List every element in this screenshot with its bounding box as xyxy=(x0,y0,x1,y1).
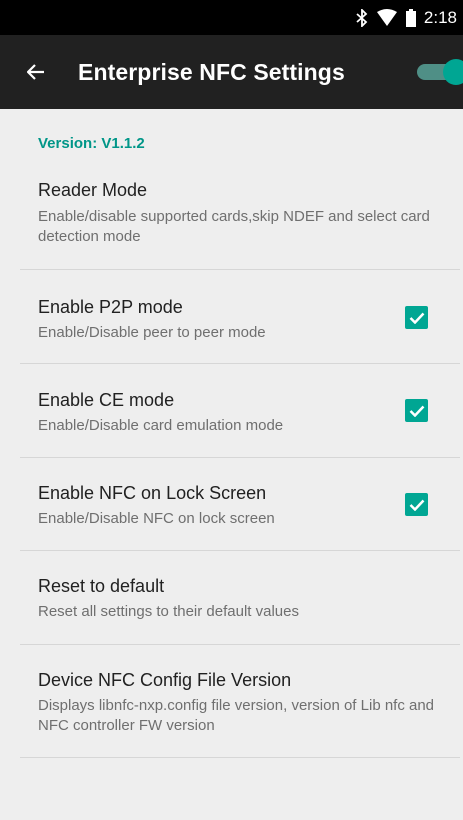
ce-checkbox[interactable] xyxy=(405,399,428,422)
pref-enable-p2p[interactable]: Enable P2P mode Enable/Disable peer to p… xyxy=(0,270,463,363)
pref-config-file-version[interactable]: Device NFC Config File Version Displays … xyxy=(0,645,463,757)
settings-list: Version: V1.1.2 Reader Mode Enable/disab… xyxy=(0,109,463,820)
wifi-icon xyxy=(376,8,398,27)
check-icon xyxy=(409,312,424,324)
divider xyxy=(20,757,460,758)
status-time: 2:18 xyxy=(423,7,457,27)
pref-nfc-lock-screen[interactable]: Enable NFC on Lock Screen Enable/Disable… xyxy=(0,458,463,550)
pref-summary: Reset all settings to their default valu… xyxy=(38,603,299,620)
back-button[interactable] xyxy=(0,35,84,109)
pref-title: Reader Mode xyxy=(38,180,148,200)
app-bar: Enterprise NFC Settings xyxy=(0,35,463,109)
arrow-back-icon xyxy=(27,64,44,80)
pref-summary: Enable/Disable card emulation mode xyxy=(38,417,284,434)
check-icon xyxy=(409,405,424,417)
pref-summary: Enable/Disable NFC on lock screen xyxy=(38,510,275,527)
pref-summary: Displays libnfc-nxp.config file version,… xyxy=(38,697,435,734)
pref-title: Enable NFC on Lock Screen xyxy=(38,483,267,503)
check-icon xyxy=(409,499,424,511)
bluetooth-icon xyxy=(356,8,368,27)
pref-reader-mode[interactable]: Reader Mode Enable/disable supported car… xyxy=(0,169,463,269)
version-label: Version: V1.1.2 xyxy=(38,135,145,152)
pref-title: Device NFC Config File Version xyxy=(38,670,292,690)
pref-reset-default[interactable]: Reset to default Reset all settings to t… xyxy=(0,551,463,644)
pref-summary: Enable/disable supported cards,skip NDEF… xyxy=(38,208,430,245)
nfc-master-switch[interactable] xyxy=(413,59,463,85)
pref-summary: Enable/Disable peer to peer mode xyxy=(38,324,266,341)
page-title: Enterprise NFC Settings xyxy=(78,58,345,85)
switch-thumb xyxy=(443,59,463,85)
lock-screen-checkbox[interactable] xyxy=(405,493,428,516)
pref-title: Enable P2P mode xyxy=(38,297,183,317)
pref-title: Reset to default xyxy=(38,576,165,596)
status-bar: 2:18 xyxy=(0,0,463,35)
pref-title: Enable CE mode xyxy=(38,390,175,410)
pref-enable-ce[interactable]: Enable CE mode Enable/Disable card emula… xyxy=(0,364,463,457)
p2p-checkbox[interactable] xyxy=(405,306,428,329)
battery-icon xyxy=(405,8,416,27)
